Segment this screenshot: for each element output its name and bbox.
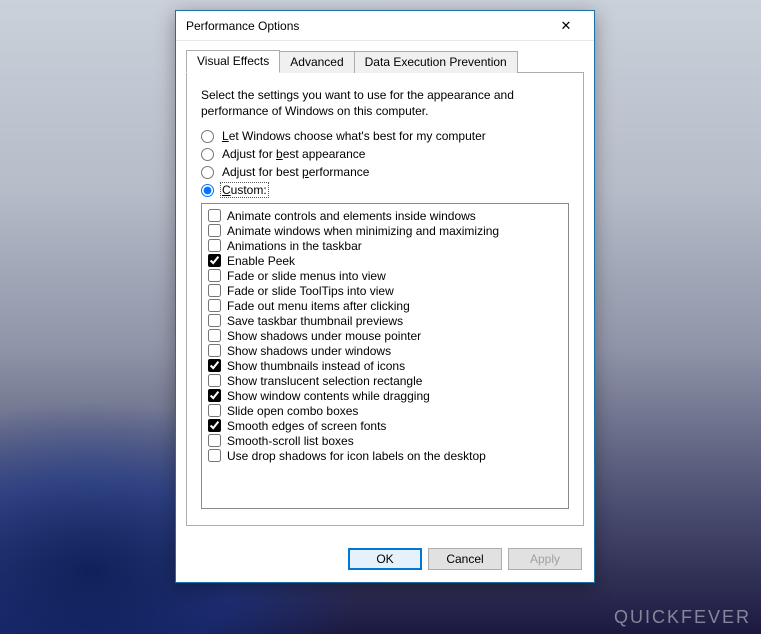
check-label: Fade out menu items after clicking [227, 300, 410, 312]
check-label: Show window contents while dragging [227, 390, 430, 402]
checkbox[interactable] [208, 359, 221, 372]
check-row[interactable]: Fade or slide ToolTips into view [208, 283, 562, 298]
watermark-text: QUICKFEVER [614, 607, 751, 628]
effects-listbox[interactable]: Animate controls and elements inside win… [201, 203, 569, 509]
checkbox[interactable] [208, 419, 221, 432]
close-button[interactable]: ✕ [546, 14, 586, 38]
checkbox[interactable] [208, 269, 221, 282]
check-label: Animate controls and elements inside win… [227, 210, 476, 222]
check-row[interactable]: Save taskbar thumbnail previews [208, 313, 562, 328]
radio-label-custom: Custom: [220, 183, 269, 197]
check-label: Use drop shadows for icon labels on the … [227, 450, 486, 462]
check-row[interactable]: Show window contents while dragging [208, 388, 562, 403]
checkbox[interactable] [208, 389, 221, 402]
tabstrip: Visual EffectsAdvancedData Execution Pre… [186, 49, 584, 73]
checkbox[interactable] [208, 404, 221, 417]
checkbox[interactable] [208, 299, 221, 312]
radio-label-let-windows: Let Windows choose what's best for my co… [220, 129, 488, 143]
check-row[interactable]: Show thumbnails instead of icons [208, 358, 562, 373]
radio-input-let-windows[interactable] [201, 130, 214, 143]
check-row[interactable]: Enable Peek [208, 253, 562, 268]
check-row[interactable]: Animate windows when minimizing and maxi… [208, 223, 562, 238]
radio-input-best-performance[interactable] [201, 166, 214, 179]
checkbox[interactable] [208, 239, 221, 252]
radio-label-best-appearance: Adjust for best appearance [220, 147, 367, 161]
check-row[interactable]: Show translucent selection rectangle [208, 373, 562, 388]
dialog-title: Performance Options [186, 19, 299, 33]
check-row[interactable]: Animate controls and elements inside win… [208, 208, 562, 223]
check-row[interactable]: Fade or slide menus into view [208, 268, 562, 283]
check-row[interactable]: Smooth edges of screen fonts [208, 418, 562, 433]
checkbox[interactable] [208, 254, 221, 267]
ok-button[interactable]: OK [348, 548, 422, 570]
checkbox[interactable] [208, 329, 221, 342]
radio-label-best-performance: Adjust for best performance [220, 165, 371, 179]
check-label: Smooth-scroll list boxes [227, 435, 354, 447]
checkbox[interactable] [208, 449, 221, 462]
check-row[interactable]: Slide open combo boxes [208, 403, 562, 418]
check-label: Fade or slide menus into view [227, 270, 386, 282]
apply-button[interactable]: Apply [508, 548, 582, 570]
check-label: Smooth edges of screen fonts [227, 420, 386, 432]
performance-options-dialog: Performance Options ✕ Visual EffectsAdva… [175, 10, 595, 583]
radio-custom[interactable]: Custom: [201, 183, 569, 197]
titlebar: Performance Options ✕ [176, 11, 594, 41]
check-label: Show thumbnails instead of icons [227, 360, 405, 372]
check-label: Enable Peek [227, 255, 295, 267]
checkbox[interactable] [208, 314, 221, 327]
dialog-body: Visual EffectsAdvancedData Execution Pre… [176, 41, 594, 536]
intro-text: Select the settings you want to use for … [201, 87, 569, 119]
checkbox[interactable] [208, 374, 221, 387]
check-label: Show translucent selection rectangle [227, 375, 422, 387]
desktop-wallpaper: QUICKFEVER Performance Options ✕ Visual … [0, 0, 761, 634]
checkbox[interactable] [208, 284, 221, 297]
radio-group: Let Windows choose what's best for my co… [201, 129, 569, 197]
check-row[interactable]: Fade out menu items after clicking [208, 298, 562, 313]
radio-best-appearance[interactable]: Adjust for best appearance [201, 147, 569, 161]
radio-best-performance[interactable]: Adjust for best performance [201, 165, 569, 179]
check-row[interactable]: Smooth-scroll list boxes [208, 433, 562, 448]
radio-input-best-appearance[interactable] [201, 148, 214, 161]
check-label: Animate windows when minimizing and maxi… [227, 225, 499, 237]
check-label: Animations in the taskbar [227, 240, 362, 252]
button-row: OK Cancel Apply [176, 536, 594, 582]
checkbox[interactable] [208, 224, 221, 237]
tab-panel-visual-effects: Select the settings you want to use for … [186, 73, 584, 526]
check-label: Show shadows under windows [227, 345, 391, 357]
check-row[interactable]: Show shadows under windows [208, 343, 562, 358]
checkbox[interactable] [208, 434, 221, 447]
tab-advanced[interactable]: Advanced [279, 51, 354, 73]
tab-visual-effects[interactable]: Visual Effects [186, 50, 280, 73]
checkbox[interactable] [208, 209, 221, 222]
close-icon: ✕ [561, 18, 572, 34]
tab-data-execution-prevention[interactable]: Data Execution Prevention [354, 51, 518, 73]
radio-let-windows[interactable]: Let Windows choose what's best for my co… [201, 129, 569, 143]
check-row[interactable]: Animations in the taskbar [208, 238, 562, 253]
cancel-button[interactable]: Cancel [428, 548, 502, 570]
radio-input-custom[interactable] [201, 184, 214, 197]
check-row[interactable]: Use drop shadows for icon labels on the … [208, 448, 562, 463]
check-label: Show shadows under mouse pointer [227, 330, 421, 342]
check-row[interactable]: Show shadows under mouse pointer [208, 328, 562, 343]
checkbox[interactable] [208, 344, 221, 357]
check-label: Slide open combo boxes [227, 405, 358, 417]
check-label: Fade or slide ToolTips into view [227, 285, 394, 297]
check-label: Save taskbar thumbnail previews [227, 315, 403, 327]
